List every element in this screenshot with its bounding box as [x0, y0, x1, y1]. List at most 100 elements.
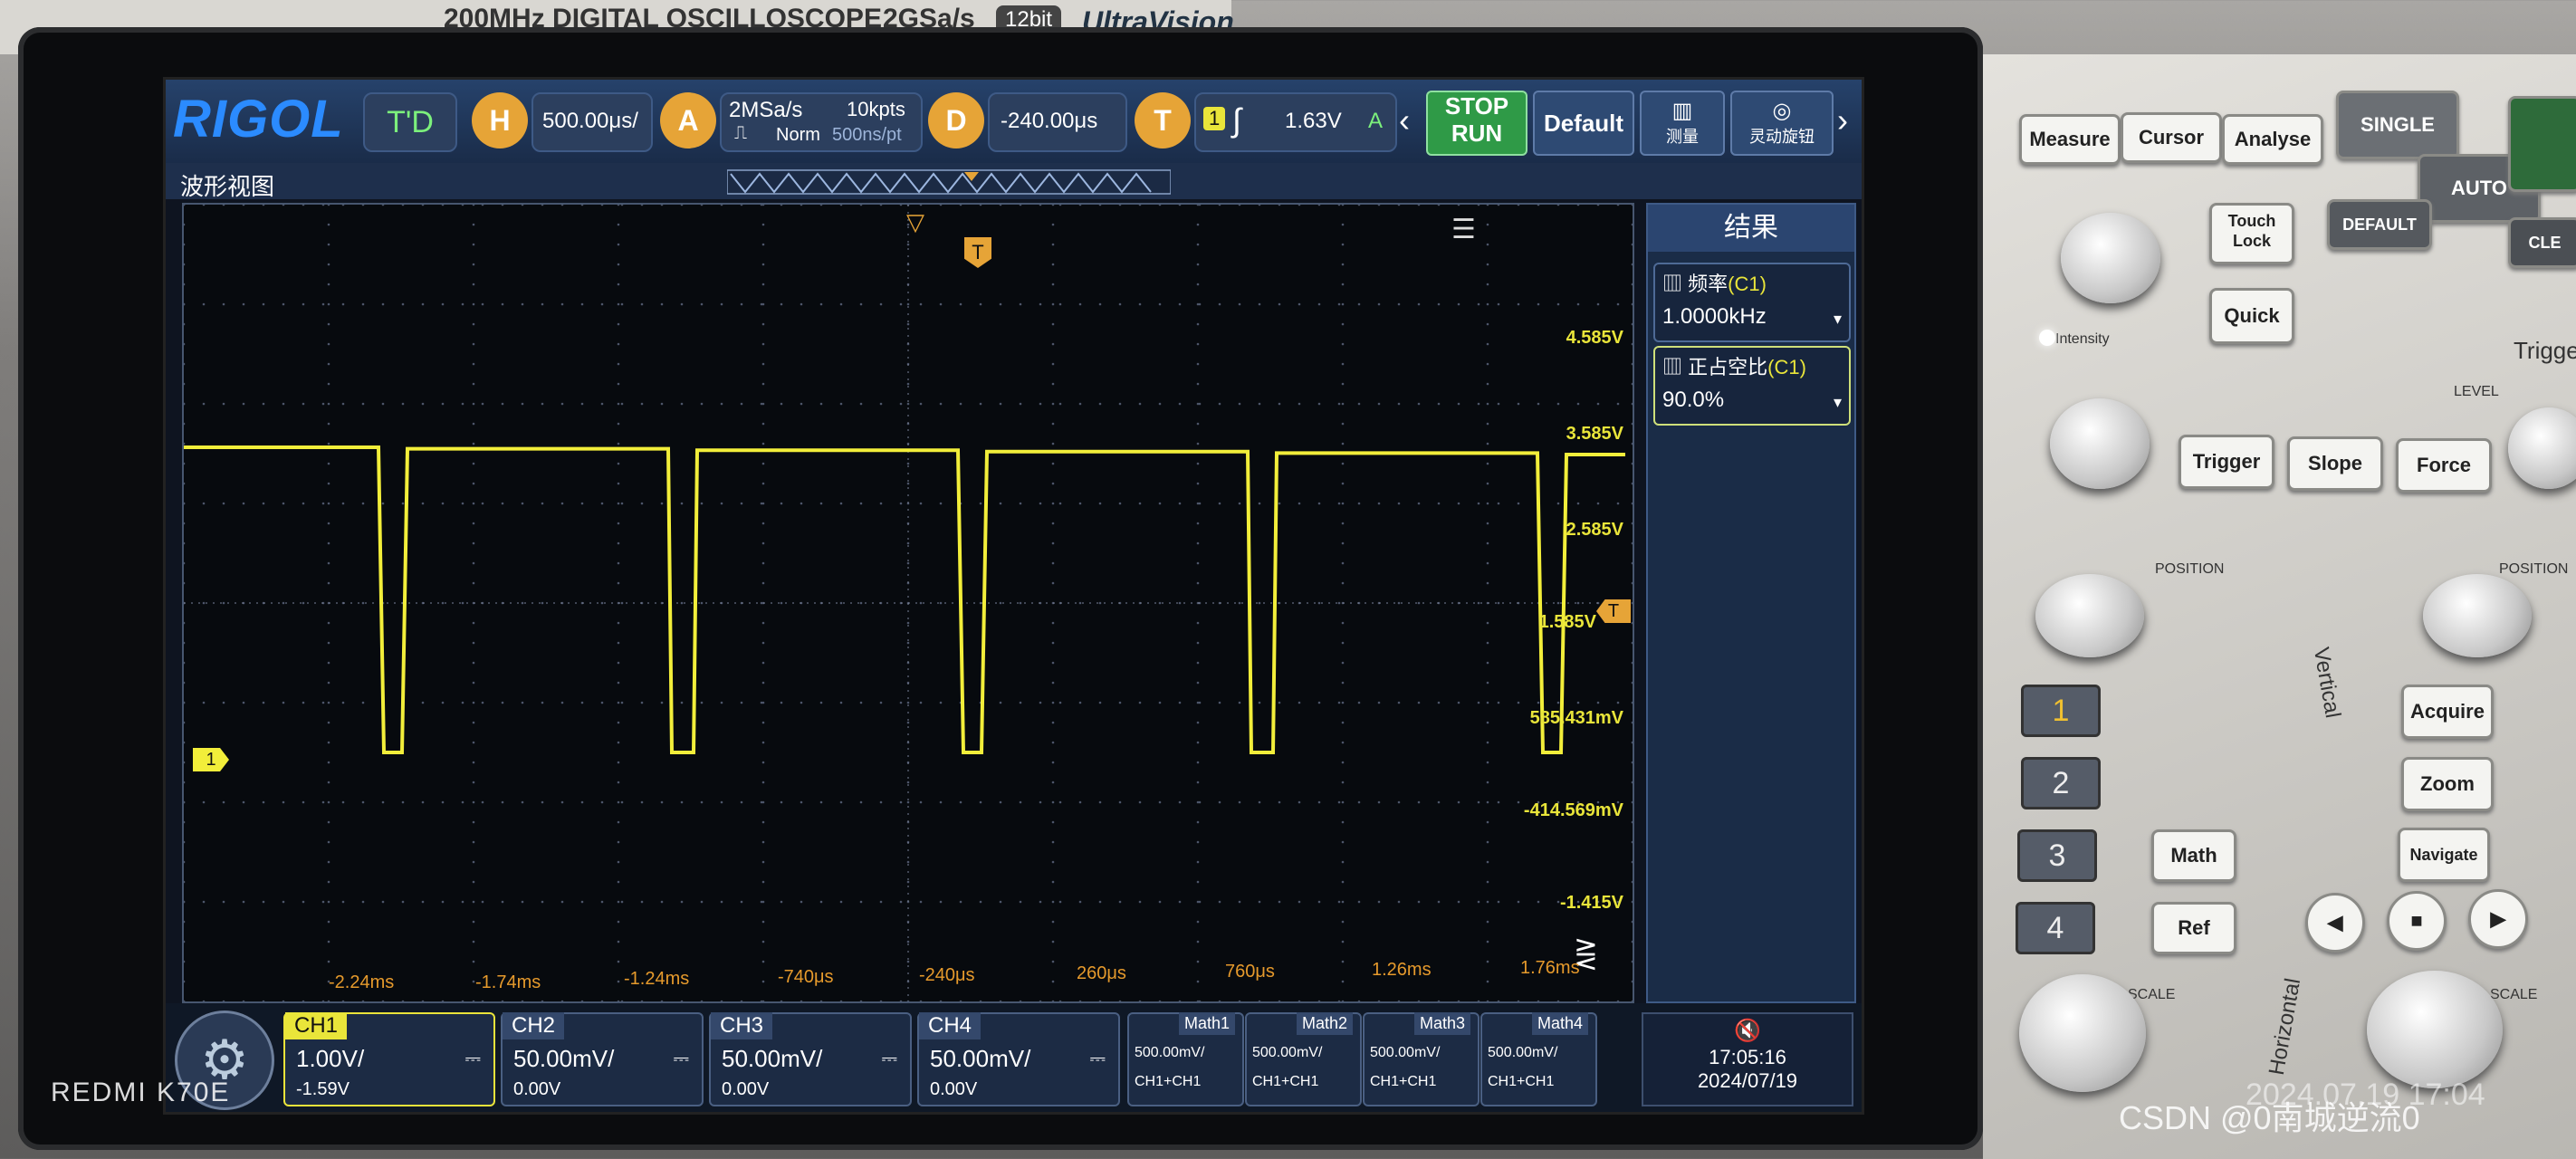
measure-key[interactable]: Measure	[2019, 114, 2121, 165]
ch1-key[interactable]: 1	[2021, 685, 2101, 737]
timebase-mode-button[interactable]: T'D	[363, 92, 457, 152]
dc-coupling-icon: ⎓	[673, 1047, 689, 1069]
acquire-key[interactable]: Acquire	[2401, 685, 2494, 739]
nav-stop-icon[interactable]: ■	[2387, 891, 2447, 951]
math4-scale: 500.00mV/	[1488, 1045, 1558, 1060]
math4-box[interactable]: Math4 500.00mV/ CH1+CH1	[1480, 1012, 1597, 1106]
position-label: POSITION	[2155, 561, 2225, 577]
zoom-key[interactable]: Zoom	[2401, 757, 2494, 811]
horizontal-scale-button[interactable]: 500.00μs/	[531, 92, 653, 152]
measurement-frequency[interactable]: ▥ 频率(C1) 1.0000kHz ▾	[1653, 263, 1851, 342]
vertical-scale-knob[interactable]	[2019, 974, 2146, 1092]
math1-name: Math1	[1178, 1012, 1235, 1035]
slope-key[interactable]: Slope	[2287, 436, 2383, 491]
math1-box[interactable]: Math1 500.00mV/ CH1+CH1	[1127, 1012, 1244, 1106]
waveform-canvas	[184, 205, 1633, 1001]
toolbar-right-arrow-icon[interactable]: ›	[1837, 101, 1848, 139]
v-label: 2.585V	[1566, 520, 1623, 540]
v-label: -1.415V	[1559, 893, 1623, 913]
measurement-name: 频率	[1688, 273, 1729, 295]
quick-key[interactable]: Quick	[2209, 288, 2294, 344]
measurement-duty[interactable]: ▥ 正占空比(C1) 90.0% ▾	[1653, 346, 1851, 426]
clock-time: 17:05:16	[1709, 1046, 1786, 1068]
ch2-key[interactable]: 2	[2021, 757, 2101, 809]
front-control-panel: Measure Cursor Analyse SINGLE AUTO DEFAU…	[1983, 54, 2576, 1159]
force-key[interactable]: Force	[2396, 438, 2492, 493]
waveform-view-title: 波形视图	[180, 173, 275, 200]
memory-overview-strip[interactable]	[727, 168, 1171, 196]
single-key[interactable]: SINGLE	[2336, 91, 2459, 159]
intensity-label: Intensity	[2055, 331, 2110, 347]
run-label: RUN	[1451, 120, 1503, 147]
math3-box[interactable]: Math3 500.00mV/ CH1+CH1	[1363, 1012, 1480, 1106]
v-label: 3.585V	[1566, 424, 1623, 444]
ch3-box[interactable]: CH3 50.00mV/ 0.00V ⎓	[709, 1012, 912, 1106]
cursor-key[interactable]: Cursor	[2121, 112, 2222, 163]
math-key[interactable]: Math	[2151, 829, 2236, 882]
oscilloscope-screen: RIGOL T'D H 500.00μs/ A 2MSa/s 10kpts ⎍ …	[163, 77, 1864, 1115]
stop-run-button[interactable]: STOP RUN	[1426, 91, 1527, 156]
trigger-info-button[interactable]: 1 ∫ 1.63V A	[1194, 92, 1397, 152]
math2-box[interactable]: Math2 500.00mV/ CH1+CH1	[1245, 1012, 1362, 1106]
delay-button[interactable]: -240.00μs	[988, 92, 1127, 152]
nav-prev-icon[interactable]: ◀	[2305, 893, 2365, 953]
math2-expr: CH1+CH1	[1252, 1074, 1319, 1089]
nav-next-icon[interactable]: ▶	[2468, 889, 2528, 949]
trigger-position-icon: ▽	[906, 208, 924, 235]
measure-icon: ▥ 频率(C1)	[1662, 273, 1767, 295]
default-key[interactable]: DEFAULT	[2327, 199, 2432, 250]
horizontal-position-knob[interactable]	[2423, 574, 2532, 657]
horizontal-icon[interactable]: H	[472, 92, 528, 148]
touch-lock-key[interactable]: Touch Lock	[2209, 203, 2294, 264]
ch4-key[interactable]: 4	[2016, 902, 2095, 954]
multipurpose-knob-2[interactable]	[2050, 398, 2150, 489]
ref-key[interactable]: Ref	[2151, 902, 2236, 954]
math4-name: Math4	[1531, 1012, 1588, 1035]
stop-label: STOP	[1444, 92, 1509, 120]
trigger-level-knob[interactable]	[2508, 407, 2576, 489]
results-panel: 结果 ▥ 频率(C1) 1.0000kHz ▾ ▥ 正占空比(C1) 90.0%…	[1646, 203, 1856, 1003]
t-label: -740μs	[778, 967, 834, 987]
ch4-box[interactable]: CH4 50.00mV/ 0.00V ⎓	[917, 1012, 1120, 1106]
trigger-icon[interactable]: T	[1135, 92, 1191, 148]
measure-button[interactable]: ▥ 测量	[1640, 91, 1725, 156]
clear-key[interactable]: CLE	[2508, 217, 2576, 268]
waveform-plot[interactable]: ☰ ▽ T 1 T ⋛ 4.585V 3.585V 2.585V 1.585V …	[182, 203, 1634, 1003]
ch2-box[interactable]: CH2 50.00mV/ 0.00V ⎓	[501, 1012, 704, 1106]
channel-bar: ⚙ CH1 1.00V/ -1.59V ⎓ CH2 50.00mV/ 0.00V…	[166, 1003, 1862, 1112]
clock-box[interactable]: 🔇 17:05:16 2024/07/19	[1642, 1012, 1853, 1106]
rising-edge-icon: ∫	[1232, 101, 1241, 139]
phone-watermark: REDMI K70E	[51, 1078, 231, 1107]
vertical-position-knob[interactable]	[2035, 574, 2144, 657]
t-label: 1.26ms	[1372, 960, 1432, 980]
plot-menu-icon[interactable]: ☰	[1451, 214, 1476, 245]
ch3-key[interactable]: 3	[2017, 829, 2097, 882]
ch4-offset: 0.00V	[930, 1079, 978, 1099]
t-label: 1.76ms	[1520, 958, 1580, 978]
acq-rate: 2MSa/s	[729, 98, 803, 122]
trigger-key[interactable]: Trigger	[2179, 435, 2274, 489]
ch1-offset: -1.59V	[296, 1079, 350, 1099]
ch4-name: CH4	[919, 1012, 982, 1039]
chevron-down-icon[interactable]: ▾	[1834, 310, 1842, 329]
dynamic-knob-button[interactable]: ◎ 灵动旋钮	[1730, 91, 1834, 156]
acquire-info-button[interactable]: 2MSa/s 10kpts ⎍ Norm 500ns/pt	[720, 92, 923, 152]
navigate-key[interactable]: Navigate	[2398, 828, 2490, 882]
top-toolbar: RIGOL T'D H 500.00μs/ A 2MSa/s 10kpts ⎍ …	[166, 80, 1862, 163]
analyse-key[interactable]: Analyse	[2222, 114, 2323, 165]
acquire-icon[interactable]: A	[660, 92, 716, 148]
math1-expr: CH1+CH1	[1135, 1074, 1202, 1089]
delay-icon[interactable]: D	[928, 92, 984, 148]
level-label: LEVEL	[2454, 384, 2499, 399]
chevron-down-icon[interactable]: ▾	[1834, 393, 1842, 412]
multipurpose-knob-1[interactable]	[2061, 213, 2160, 303]
horizontal-scale-knob[interactable]	[2367, 971, 2503, 1088]
default-button[interactable]: Default	[1533, 91, 1634, 156]
measurement-channel: (C1)	[1728, 273, 1767, 295]
ch1-box[interactable]: CH1 1.00V/ -1.59V ⎓	[283, 1012, 495, 1106]
t-label: -1.24ms	[624, 969, 690, 989]
ch1-name: CH1	[285, 1012, 348, 1039]
speaker-mute-icon: 🔇	[1734, 1019, 1761, 1043]
run-stop-key[interactable]	[2508, 96, 2576, 192]
toolbar-left-arrow-icon[interactable]: ‹	[1399, 101, 1410, 139]
